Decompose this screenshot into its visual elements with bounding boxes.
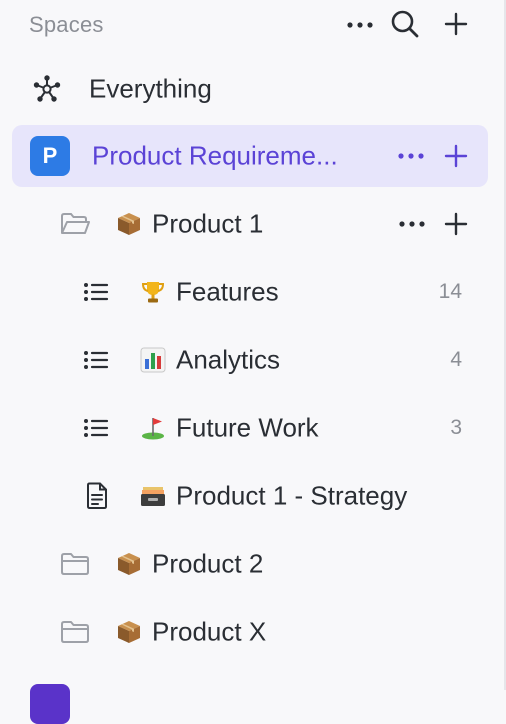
list-item-future-work[interactable]: Future Work 3 — [0, 397, 502, 459]
document-icon — [84, 481, 110, 511]
golf-flag-emoji-icon — [140, 415, 166, 441]
spaces-header: Spaces — [0, 0, 506, 50]
task-count: 4 — [450, 348, 462, 371]
package-emoji-icon — [116, 619, 142, 645]
card-file-box-emoji-icon — [140, 483, 166, 509]
folder-open-icon — [58, 209, 92, 239]
folder-label: Product 2 — [152, 548, 264, 579]
doc-item-product-1-strategy[interactable]: Product 1 - Strategy — [0, 465, 502, 527]
list-icon — [82, 416, 110, 440]
task-count: 14 — [438, 280, 462, 303]
space-item-product-requirements[interactable]: P Product Requireme... — [12, 125, 488, 187]
list-item-features[interactable]: Features 14 — [0, 261, 502, 323]
bar-chart-emoji-icon — [140, 347, 166, 373]
list-label: Analytics — [176, 344, 281, 375]
folder-item-product-2[interactable]: Product 2 — [0, 533, 502, 595]
list-icon — [82, 348, 110, 372]
everything-label: Everything — [89, 73, 212, 104]
folder-label: Product 1 — [152, 208, 264, 239]
more-icon[interactable] — [394, 141, 428, 171]
space-label: Product Requireme... — [92, 140, 338, 171]
list-label: Features — [176, 276, 279, 307]
list-label: Future Work — [176, 412, 319, 443]
nav-item-everything[interactable]: Everything — [0, 58, 502, 120]
list-item-analytics[interactable]: Analytics 4 — [0, 329, 502, 391]
everything-hub-icon — [31, 73, 63, 105]
space-avatar-partial[interactable] — [30, 684, 70, 724]
plus-icon[interactable] — [441, 9, 471, 39]
package-emoji-icon — [116, 211, 142, 237]
space-avatar: P — [30, 136, 70, 176]
search-icon[interactable] — [389, 8, 421, 40]
doc-label: Product 1 - Strategy — [176, 480, 408, 511]
folder-icon — [58, 617, 92, 647]
folder-item-product-1[interactable]: Product 1 — [0, 193, 502, 255]
more-icon[interactable] — [344, 10, 376, 40]
task-count: 3 — [450, 416, 462, 439]
folder-label: Product X — [152, 616, 267, 647]
plus-icon[interactable] — [441, 209, 471, 239]
folder-icon — [58, 549, 92, 579]
more-icon[interactable] — [396, 209, 428, 239]
list-icon — [82, 280, 110, 304]
package-emoji-icon — [116, 551, 142, 577]
trophy-emoji-icon — [140, 279, 166, 305]
spaces-title: Spaces — [29, 12, 104, 37]
plus-icon[interactable] — [441, 141, 471, 171]
folder-item-product-x[interactable]: Product X — [0, 601, 502, 663]
